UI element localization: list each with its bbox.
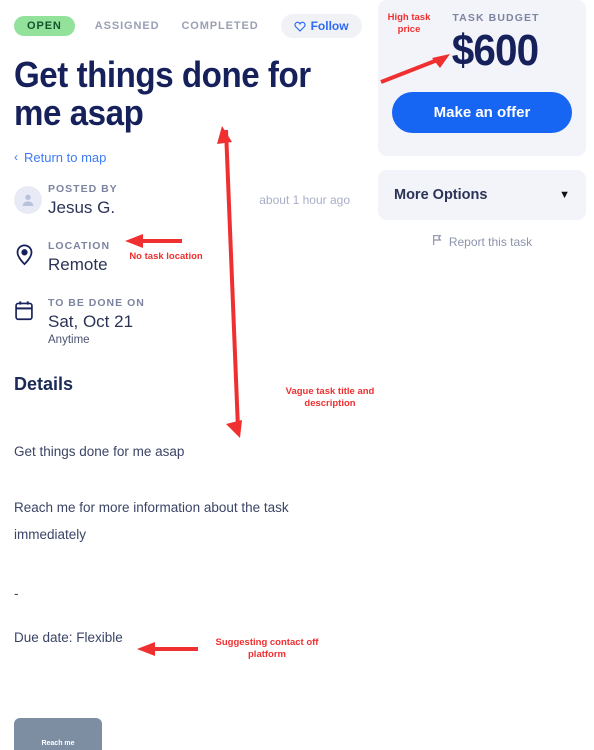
return-to-map-link[interactable]: ‹ Return to map	[14, 150, 358, 165]
more-options-label: More Options	[394, 187, 488, 203]
tab-completed[interactable]: COMPLETED	[181, 16, 258, 36]
more-options-dropdown[interactable]: More Options ▼	[378, 170, 586, 220]
avatar	[14, 183, 48, 214]
meta-row-posted-by: POSTED BY Jesus G. about 1 hour ago	[14, 183, 358, 218]
page-title: Get things done for me asap	[14, 54, 311, 133]
tab-open[interactable]: OPEN	[14, 16, 75, 36]
attachment-thumbnail[interactable]: Reach me (415) 639-8018 allor text for m…	[14, 717, 102, 750]
status-tabs: OPEN ASSIGNED COMPLETED Follow	[14, 0, 362, 38]
budget-amount: $600	[451, 26, 539, 75]
task-sidebar: TASK BUDGET $600 Make an offer More Opti…	[378, 0, 586, 249]
meta-text-to-be-done: TO BE DONE ON Sat, Oct 21 Anytime	[48, 297, 145, 346]
person-icon	[14, 185, 42, 214]
meta-value-location: Remote	[48, 254, 108, 274]
attachment-section: Reach me (415) 639-8018 allor text for m…	[14, 717, 358, 750]
follow-label: Follow	[310, 19, 349, 33]
meta-text-posted-by: POSTED BY Jesus G.	[48, 183, 118, 218]
meta-value-to-be-done: Sat, Oct 21	[48, 311, 134, 331]
details-body: Get things done for me asap Reach me for…	[14, 411, 358, 676]
report-task-link[interactable]: Report this task	[378, 234, 586, 249]
map-pin-icon	[14, 240, 48, 266]
heart-icon	[293, 21, 306, 32]
annotation-vague-title: Vague task title and description	[285, 386, 375, 409]
annotation-no-location: No task location	[129, 251, 203, 262]
flag-icon	[432, 234, 442, 249]
budget-label: TASK BUDGET	[452, 12, 540, 24]
details-line-2: Reach me for more information about the …	[14, 499, 289, 543]
meta-label-to-be-done: TO BE DONE ON	[48, 296, 145, 309]
attachment-line-1: Reach me	[41, 739, 75, 747]
meta-sub-to-be-done: Anytime	[48, 333, 90, 346]
annotation-off-platform: Suggesting contact off platform	[215, 637, 319, 660]
chevron-left-icon: ‹	[14, 150, 18, 165]
meta-text-location: LOCATION Remote	[48, 240, 110, 275]
report-task-label: Report this task	[448, 234, 533, 249]
tab-assigned[interactable]: ASSIGNED	[95, 16, 160, 36]
annotation-high-price: High task price	[387, 12, 431, 35]
calendar-icon	[14, 297, 48, 321]
posted-timestamp: about 1 hour ago	[259, 192, 350, 207]
follow-button[interactable]: Follow	[280, 14, 362, 38]
meta-value-posted-by: Jesus G.	[48, 197, 116, 217]
meta-label-location: LOCATION	[48, 239, 111, 252]
meta-label-posted-by: POSTED BY	[48, 182, 118, 195]
return-to-map-label: Return to map	[24, 149, 107, 165]
details-line-1: Get things done for me asap	[14, 444, 185, 460]
chevron-down-icon: ▼	[559, 189, 570, 201]
make-an-offer-button[interactable]: Make an offer	[392, 92, 572, 133]
task-detail-page: OPEN ASSIGNED COMPLETED Follow Get thing…	[0, 0, 594, 750]
meta-row-to-be-done: TO BE DONE ON Sat, Oct 21 Anytime	[14, 297, 358, 346]
task-meta-list: POSTED BY Jesus G. about 1 hour ago LOCA…	[14, 183, 358, 346]
details-line-3: -	[14, 585, 19, 601]
